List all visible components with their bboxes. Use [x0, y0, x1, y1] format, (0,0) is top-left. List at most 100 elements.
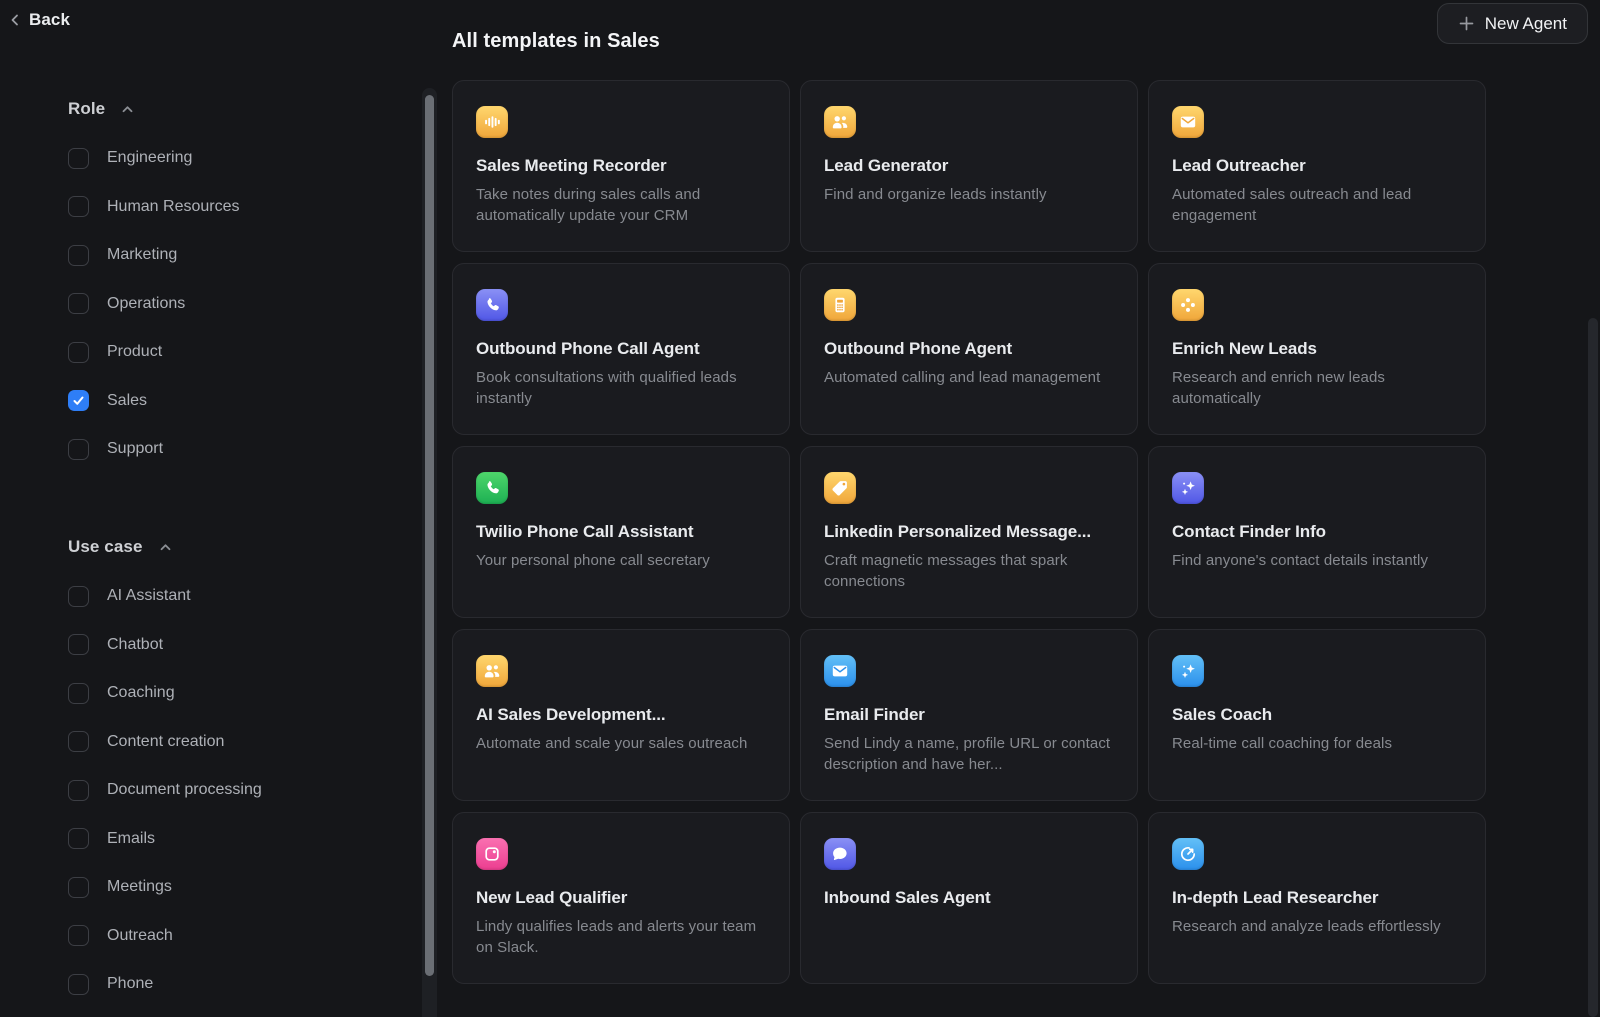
card-description: Lindy qualifies leads and alerts your te…	[476, 916, 766, 958]
checkbox-unchecked[interactable]	[68, 780, 89, 801]
filter-item-content-creation[interactable]: Content creation	[68, 718, 368, 767]
filter-item-meetings[interactable]: Meetings	[68, 863, 368, 912]
template-card[interactable]: AI Sales Development... Automate and scal…	[452, 629, 790, 801]
filter-item-engineering[interactable]: Engineering	[68, 134, 368, 183]
template-card[interactable]: Sales Meeting RecorderTake notes during …	[452, 80, 790, 252]
filter-item-label: Content creation	[107, 733, 224, 751]
card-title: Email Finder	[824, 705, 1114, 725]
card-title: Twilio Phone Call Assistant	[476, 522, 766, 542]
page-title: All templates in Sales	[452, 30, 660, 53]
checkbox-unchecked[interactable]	[68, 293, 89, 314]
sidebar-scrollbar-thumb[interactable]	[425, 95, 434, 976]
card-description: Automated calling and lead management	[824, 367, 1114, 388]
back-label: Back	[29, 10, 70, 30]
chat-bubble-icon	[824, 838, 856, 870]
envelope-icon	[1172, 106, 1204, 138]
card-description: Automate and scale your sales outreach	[476, 733, 766, 754]
phone-icon	[476, 289, 508, 321]
filter-item-label: Outreach	[107, 927, 173, 945]
filter-item-coaching[interactable]: Coaching	[68, 669, 368, 718]
card-title: AI Sales Development...	[476, 705, 766, 725]
checkbox-unchecked[interactable]	[68, 925, 89, 946]
filter-item-label: Product	[107, 343, 162, 361]
template-card[interactable]: Sales Coach Real-time call coaching for d…	[1148, 629, 1486, 801]
template-card[interactable]: Linkedin Personalized Message...Craft ma…	[800, 446, 1138, 618]
card-title: New Lead Qualifier	[476, 888, 766, 908]
card-title: Lead Outreacher	[1172, 156, 1462, 176]
checkbox-unchecked[interactable]	[68, 877, 89, 898]
filter-item-label: Operations	[107, 295, 185, 313]
filter-item-support[interactable]: Support	[68, 425, 368, 474]
filter-item-label: Chatbot	[107, 636, 163, 654]
checkbox-unchecked[interactable]	[68, 148, 89, 169]
template-card[interactable]: Inbound Sales Agent	[800, 812, 1138, 984]
template-card[interactable]: In-depth Lead ResearcherResearch and ana…	[1148, 812, 1486, 984]
checkbox-unchecked[interactable]	[68, 634, 89, 655]
filter-item-label: AI Assistant	[107, 587, 191, 605]
template-card[interactable]: Outbound Phone Call Agent Book consultati…	[452, 263, 790, 435]
template-card[interactable]: New Lead Qualifier Lindy qualifies leads …	[452, 812, 790, 984]
checkbox-unchecked[interactable]	[68, 439, 89, 460]
template-card[interactable]: Outbound Phone Agent Automated calling an…	[800, 263, 1138, 435]
back-button[interactable]: Back	[8, 10, 70, 30]
people-icon	[824, 106, 856, 138]
filter-item-phone[interactable]: Phone	[68, 960, 368, 1009]
template-card[interactable]: Lead Generator Find and organize leads in…	[800, 80, 1138, 252]
filter-section-role: Role EngineeringHuman Resources Marketing O…	[68, 96, 368, 474]
checkbox-unchecked[interactable]	[68, 196, 89, 217]
chevron-up-icon[interactable]	[120, 102, 135, 117]
card-description: Find and organize leads instantly	[824, 184, 1114, 205]
filter-item-outreach[interactable]: Outreach	[68, 912, 368, 961]
filter-section-title: Role	[68, 99, 105, 119]
checkbox-unchecked[interactable]	[68, 342, 89, 363]
filter-item-label: Coaching	[107, 684, 175, 702]
filter-item-label: Sales	[107, 392, 147, 410]
checkbox-unchecked[interactable]	[68, 828, 89, 849]
card-title: Outbound Phone Call Agent	[476, 339, 766, 359]
filter-item-ai-assistant[interactable]: AI Assistant	[68, 572, 368, 621]
chevron-left-icon	[8, 13, 22, 27]
calculator-icon	[824, 289, 856, 321]
card-title: Inbound Sales Agent	[824, 888, 1114, 908]
chevron-up-icon[interactable]	[158, 540, 173, 555]
card-title: Outbound Phone Agent	[824, 339, 1114, 359]
waveform-icon	[476, 106, 508, 138]
template-card[interactable]: Lead OutreacherAutomated sales outreach …	[1148, 80, 1486, 252]
filter-item-label: Meetings	[107, 878, 172, 896]
template-card[interactable]: Enrich New LeadsResearch and enrich new …	[1148, 263, 1486, 435]
filter-item-label: Support	[107, 440, 163, 458]
card-description: Book consultations with qualified leads …	[476, 367, 766, 409]
filter-section-header: Role	[68, 96, 368, 122]
checkbox-unchecked[interactable]	[68, 683, 89, 704]
checkbox-unchecked[interactable]	[68, 245, 89, 266]
filter-item-chatbot[interactable]: Chatbot	[68, 621, 368, 670]
card-title: Lead Generator	[824, 156, 1114, 176]
filter-item-operations[interactable]: Operations	[68, 280, 368, 329]
checkbox-checked[interactable]	[68, 390, 89, 411]
filter-item-label: Marketing	[107, 246, 177, 264]
sidebar-scrollbar-track[interactable]	[422, 88, 437, 1017]
checkbox-unchecked[interactable]	[68, 974, 89, 995]
filter-section-title: Use case	[68, 537, 143, 557]
people-icon	[476, 655, 508, 687]
templates-grid: Sales Meeting RecorderTake notes during …	[452, 80, 1486, 984]
new-agent-label: New Agent	[1485, 14, 1567, 34]
filter-item-marketing[interactable]: Marketing	[68, 231, 368, 280]
filter-item-product[interactable]: Product	[68, 328, 368, 377]
filter-item-emails[interactable]: Emails	[68, 815, 368, 864]
new-agent-button[interactable]: New Agent	[1437, 3, 1588, 44]
card-title: Sales Coach	[1172, 705, 1462, 725]
main-scrollbar-thumb[interactable]	[1588, 318, 1598, 1017]
checkbox-unchecked[interactable]	[68, 586, 89, 607]
card-description: Find anyone's contact details instantly	[1172, 550, 1462, 571]
checkbox-unchecked[interactable]	[68, 731, 89, 752]
card-description: Real-time call coaching for deals	[1172, 733, 1462, 754]
target-arrow-icon	[1172, 838, 1204, 870]
filter-item-sales[interactable]: Sales	[68, 377, 368, 426]
template-card[interactable]: Twilio Phone Call AssistantYour personal…	[452, 446, 790, 618]
template-card[interactable]: Contact Finder InfoFind anyone's contact…	[1148, 446, 1486, 618]
filter-item-human-resources[interactable]: Human Resources	[68, 183, 368, 232]
filter-item-document-processing[interactable]: Document processing	[68, 766, 368, 815]
card-description: Craft magnetic messages that spark conne…	[824, 550, 1114, 592]
template-card[interactable]: Email FinderSend Lindy a name, profile U…	[800, 629, 1138, 801]
